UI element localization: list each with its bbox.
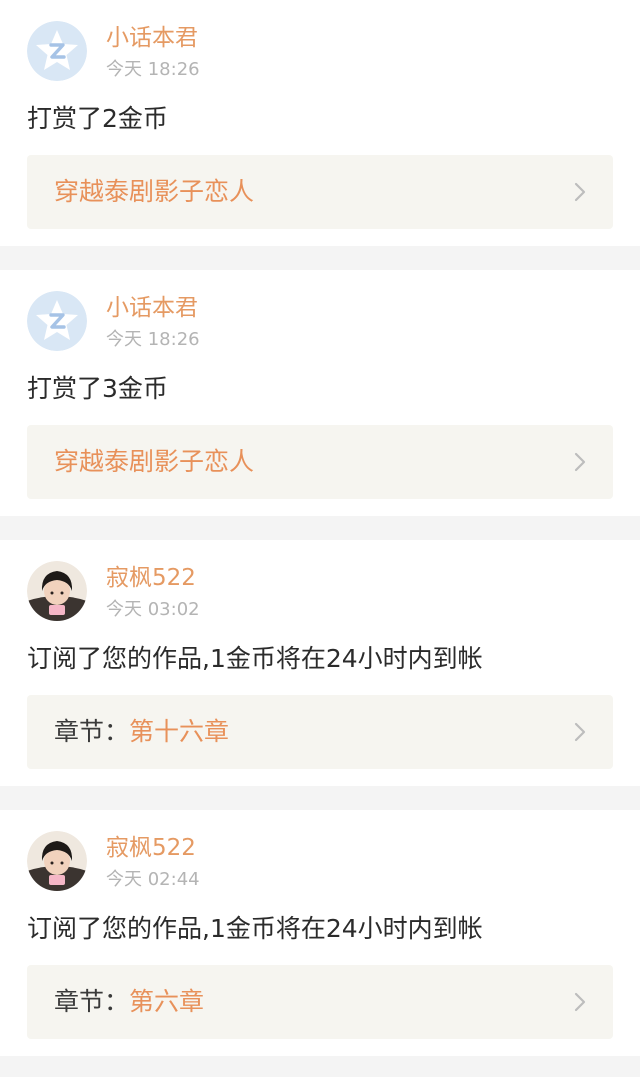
link-content: 穿越泰剧影子恋人 — [54, 445, 254, 479]
timestamp: 今天 02:44 — [106, 869, 200, 890]
work-link[interactable]: 穿越泰剧影子恋人 — [27, 425, 613, 499]
message-text: 订阅了您的作品,1金币将在24小时内到帐 — [27, 644, 483, 673]
message-text: 订阅了您的作品,1金币将在24小时内到帐 — [27, 914, 483, 943]
qq-reading-logo-icon — [27, 291, 87, 351]
chapter-title: 第六章 — [129, 987, 205, 1016]
avatar[interactable] — [27, 831, 87, 891]
timestamp: 今天 18:26 — [106, 329, 200, 350]
username[interactable]: 寂枫522 — [106, 833, 196, 863]
qq-reading-logo-icon — [27, 21, 87, 81]
work-link[interactable]: 穿越泰剧影子恋人 — [27, 155, 613, 229]
chapter-link[interactable]: 章节：第十六章 — [27, 695, 613, 769]
link-prefix: 章节： — [54, 987, 130, 1016]
username[interactable]: 小话本君 — [106, 23, 198, 53]
notification-feed: 小话本君 今天 18:26 打赏了2金币 穿越泰剧影子恋人 小话本君 今天 18… — [0, 0, 640, 1077]
chapter-link[interactable]: 章节：第六章 — [27, 965, 613, 1039]
work-title: 穿越泰剧影子恋人 — [54, 177, 255, 206]
chevron-right-icon — [574, 992, 586, 1012]
user-photo — [27, 561, 87, 621]
user-photo — [27, 831, 87, 891]
chapter-title: 第十六章 — [129, 717, 230, 746]
avatar[interactable] — [27, 21, 87, 81]
notification-card: 寂枫522 今天 03:02 订阅了您的作品,1金币将在24小时内到帐 章节：第… — [0, 540, 640, 786]
timestamp: 今天 18:26 — [106, 59, 200, 80]
work-title: 穿越泰剧影子恋人 — [54, 447, 255, 476]
avatar[interactable] — [27, 291, 87, 351]
message-text: 打赏了3金币 — [27, 374, 168, 403]
link-content: 章节：第六章 — [54, 985, 204, 1019]
notification-card: 寂枫522 今天 02:44 订阅了您的作品,1金币将在24小时内到帐 章节：第… — [0, 810, 640, 1056]
chevron-right-icon — [574, 722, 586, 742]
chevron-right-icon — [574, 182, 586, 202]
message-text: 打赏了2金币 — [27, 104, 168, 133]
link-content: 穿越泰剧影子恋人 — [54, 175, 254, 209]
link-prefix: 章节： — [54, 717, 130, 746]
notification-card: 小话本君 今天 18:26 打赏了2金币 穿越泰剧影子恋人 — [0, 0, 640, 246]
notification-card: 小话本君 今天 18:26 打赏了3金币 穿越泰剧影子恋人 — [0, 270, 640, 516]
chevron-right-icon — [574, 452, 586, 472]
username[interactable]: 小话本君 — [106, 293, 198, 323]
timestamp: 今天 03:02 — [106, 599, 200, 620]
link-content: 章节：第十六章 — [54, 715, 229, 749]
username[interactable]: 寂枫522 — [106, 563, 196, 593]
avatar[interactable] — [27, 561, 87, 621]
